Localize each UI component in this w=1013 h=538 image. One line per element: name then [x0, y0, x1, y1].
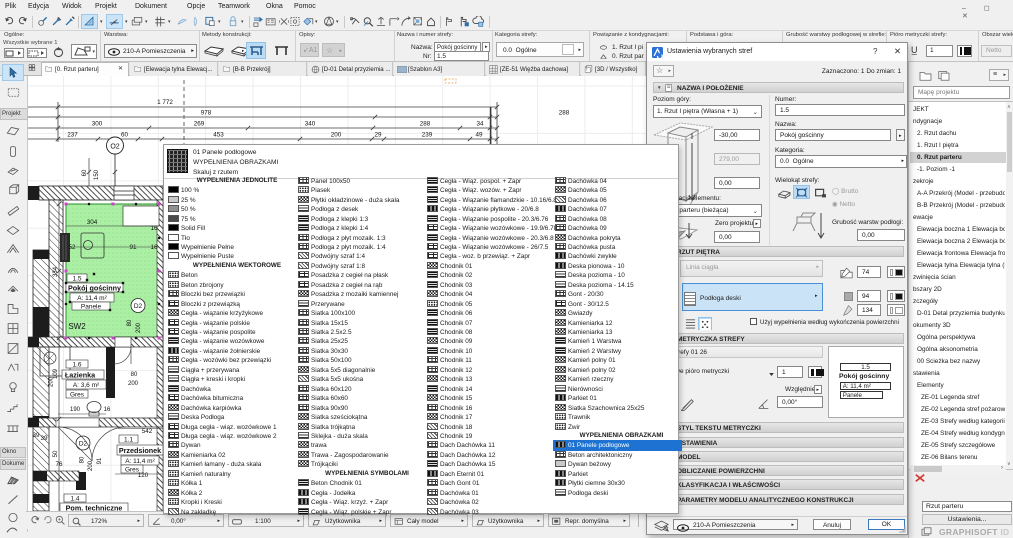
svg-text:16: 16 — [150, 244, 158, 251]
svg-text:50: 50 — [53, 450, 59, 457]
svg-text:Łazienka: Łazienka — [65, 371, 96, 380]
svg-text:16: 16 — [104, 407, 111, 413]
svg-text:91: 91 — [129, 244, 137, 251]
svg-text:120: 120 — [138, 472, 149, 479]
svg-text:91: 91 — [97, 457, 103, 464]
svg-text:A: 11,4 m²: A: 11,4 m² — [125, 458, 155, 465]
svg-text:80: 80 — [131, 372, 138, 378]
svg-text:190: 190 — [70, 407, 81, 413]
svg-text:60: 60 — [82, 169, 88, 176]
svg-text:150: 150 — [94, 169, 100, 180]
svg-text:60: 60 — [121, 132, 129, 139]
svg-text:1.5: 1.5 — [72, 276, 81, 283]
svg-text:200: 200 — [128, 381, 139, 387]
svg-text:200: 200 — [136, 322, 142, 333]
svg-text:200: 200 — [331, 132, 342, 139]
svg-text:A: 11,4 m²: A: 11,4 m² — [77, 295, 107, 302]
svg-text:542: 542 — [142, 428, 153, 435]
svg-text:288: 288 — [559, 110, 570, 117]
svg-text:237: 237 — [67, 132, 78, 139]
svg-text:Gres: Gres — [70, 392, 85, 399]
svg-text:39: 39 — [40, 435, 48, 442]
svg-text:SW2: SW2 — [68, 322, 86, 331]
svg-text:80: 80 — [127, 319, 133, 326]
svg-text:29: 29 — [374, 132, 382, 139]
svg-text:334: 334 — [53, 266, 59, 277]
svg-text:Pokój gościnny: Pokój gościnny — [68, 284, 121, 293]
svg-text:49: 49 — [475, 132, 483, 139]
svg-text:34: 34 — [476, 121, 484, 128]
svg-text:1 772: 1 772 — [157, 99, 173, 106]
svg-text:1.6: 1.6 — [72, 362, 81, 369]
svg-text:304: 304 — [87, 219, 98, 226]
svg-text:80: 80 — [80, 456, 86, 463]
svg-text:Przedsionek: Przedsionek — [119, 446, 161, 455]
svg-text:1.1: 1.1 — [124, 437, 133, 444]
svg-text:A: 3,6 m²: A: 3,6 m² — [73, 382, 100, 389]
svg-text:200: 200 — [88, 460, 94, 471]
svg-text:269: 269 — [194, 121, 205, 128]
svg-text:239: 239 — [422, 132, 433, 139]
svg-text:288: 288 — [420, 121, 431, 128]
svg-text:D2: D2 — [134, 303, 143, 310]
svg-text:52: 52 — [68, 244, 76, 251]
svg-text:340: 340 — [305, 121, 316, 128]
svg-text:Pom. techniczne: Pom. techniczne — [66, 503, 123, 511]
svg-text:39: 39 — [32, 432, 40, 439]
svg-text:1.4: 1.4 — [70, 496, 79, 503]
svg-text:300: 300 — [92, 121, 103, 128]
svg-text:978: 978 — [201, 110, 212, 117]
svg-text:Panele: Panele — [81, 304, 102, 311]
svg-text:453: 453 — [213, 132, 224, 139]
svg-text:O2: O2 — [110, 144, 119, 151]
svg-text:109: 109 — [53, 368, 59, 379]
